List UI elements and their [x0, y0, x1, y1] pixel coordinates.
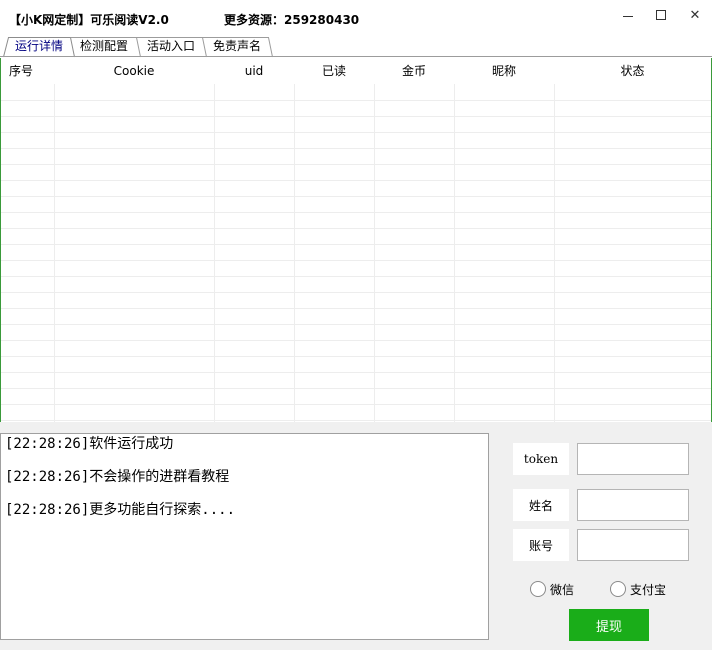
table-body	[1, 84, 711, 422]
token-label: token	[513, 443, 569, 475]
account-input[interactable]	[577, 529, 689, 561]
grid-row-line	[1, 324, 711, 325]
radio-alipay[interactable]: 支付宝	[610, 580, 666, 598]
log-panel[interactable]: [22:28:26]软件运行成功 [22:28:26]不会操作的进群看教程 [2…	[0, 433, 489, 640]
maximize-icon	[656, 10, 666, 20]
account-label: 账号	[513, 529, 569, 561]
close-icon: ✕	[689, 7, 701, 23]
maximize-button[interactable]	[644, 0, 678, 30]
grid-row-line	[1, 180, 711, 181]
grid-row-line	[1, 356, 711, 357]
grid-row-line	[1, 404, 711, 405]
grid-row-line	[1, 228, 711, 229]
grid-row-line	[1, 148, 711, 149]
minimize-icon	[623, 15, 633, 17]
column-header-index[interactable]: 序号	[1, 58, 54, 84]
minimize-button[interactable]	[611, 0, 645, 30]
grid-row-line	[1, 388, 711, 389]
table-header: 序号 Cookie uid 已读 金币 昵称 状态	[1, 58, 711, 84]
column-header-coins[interactable]: 金币	[374, 58, 454, 84]
tab-run-details[interactable]: 运行详情	[11, 36, 67, 56]
column-header-uid[interactable]: uid	[214, 58, 294, 84]
radio-circle-icon[interactable]	[530, 581, 546, 597]
grid-row-line	[1, 132, 711, 133]
radio-circle-icon[interactable]	[610, 581, 626, 597]
name-input[interactable]	[577, 489, 689, 521]
window-title: 【小K网定制】可乐阅读V2.0	[9, 13, 169, 27]
grid-row-line	[1, 340, 711, 341]
column-header-status[interactable]: 状态	[554, 58, 711, 84]
column-header-nickname[interactable]: 昵称	[454, 58, 554, 84]
radio-wechat[interactable]: 微信	[530, 580, 574, 598]
token-input[interactable]	[577, 443, 689, 475]
log-line: [22:28:26]更多功能自行探索....	[5, 502, 236, 518]
grid-row-line	[1, 260, 711, 261]
grid-row-line	[1, 372, 711, 373]
grid-row-line	[1, 276, 711, 277]
grid-row-line	[1, 196, 711, 197]
close-button[interactable]: ✕	[678, 0, 712, 30]
accounts-table[interactable]: 序号 Cookie uid 已读 金币 昵称 状态	[0, 58, 712, 422]
grid-row-line	[1, 420, 711, 421]
column-header-read[interactable]: 已读	[294, 58, 374, 84]
withdraw-button[interactable]: 提现	[569, 609, 649, 641]
tab-divider	[0, 56, 712, 57]
grid-row-line	[1, 164, 711, 165]
resource-info: 更多资源：259280430	[224, 13, 360, 27]
grid-row-line	[1, 292, 711, 293]
tab-check-config[interactable]: 检测配置	[76, 36, 132, 56]
grid-row-line	[1, 116, 711, 117]
tab-activity-entry[interactable]: 活动入口	[143, 36, 199, 56]
log-line: [22:28:26]不会操作的进群看教程	[5, 469, 230, 485]
grid-row-line	[1, 308, 711, 309]
radio-alipay-label: 支付宝	[630, 582, 667, 597]
grid-row-line	[1, 100, 711, 101]
tab-disclaimer[interactable]: 免责声名	[209, 36, 265, 56]
grid-row-line	[1, 212, 711, 213]
title-bar: 【小K网定制】可乐阅读V2.0 更多资源：259280430 ✕	[0, 0, 712, 34]
grid-row-line	[1, 244, 711, 245]
column-header-cookie[interactable]: Cookie	[54, 58, 214, 84]
name-label: 姓名	[513, 489, 569, 521]
radio-wechat-label: 微信	[550, 582, 575, 597]
log-line: [22:28:26]软件运行成功	[5, 436, 174, 452]
